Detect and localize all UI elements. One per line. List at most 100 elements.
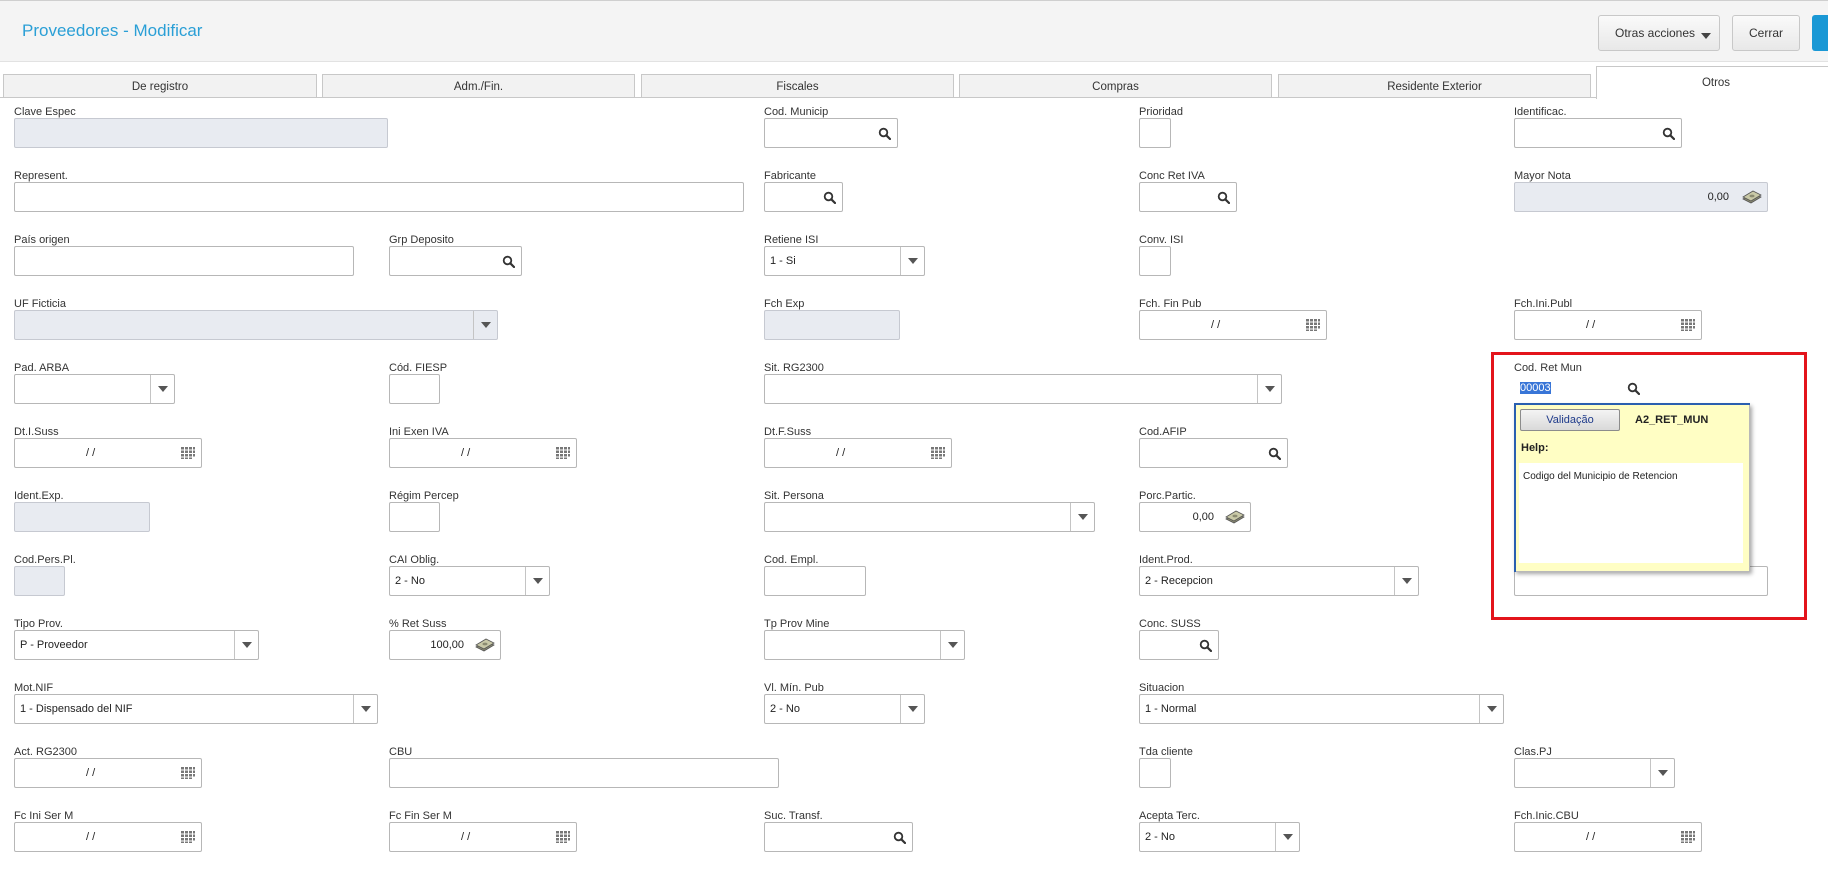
grp-deposito-field[interactable] xyxy=(389,246,522,276)
act-rg2300-field[interactable]: / / xyxy=(14,758,202,788)
mot-nif-value: 1 - Dispensado del NIF xyxy=(20,703,133,715)
tab-residente-exterior[interactable]: Residente Exterior xyxy=(1278,74,1591,98)
search-icon[interactable] xyxy=(886,823,912,851)
tab-de-registro[interactable]: De registro xyxy=(3,74,317,98)
ident-prod-value: 2 - Recepcion xyxy=(1145,575,1213,587)
cbu-label: CBU xyxy=(389,746,413,758)
search-icon[interactable] xyxy=(1192,631,1218,659)
chevron-down-icon xyxy=(473,311,497,339)
chevron-down-icon[interactable] xyxy=(1275,823,1299,851)
calendar-icon[interactable] xyxy=(925,439,951,467)
fch-fin-pub-field[interactable]: / / xyxy=(1139,310,1327,340)
chevron-down-icon[interactable] xyxy=(1257,375,1281,403)
vl-min-pub-select[interactable]: 2 - No xyxy=(764,694,925,724)
tab-bar: De registro Adm./Fin. Fiscales Compras R… xyxy=(0,62,1828,99)
represent-field[interactable] xyxy=(14,182,744,212)
tipo-prov-select[interactable]: P - Proveedor xyxy=(14,630,259,660)
retiene-isi-select[interactable]: 1 - Si xyxy=(764,246,925,276)
fc-ini-ser-m-field[interactable]: / / xyxy=(14,822,202,852)
conc-ret-iva-field[interactable] xyxy=(1139,182,1237,212)
chevron-down-icon[interactable] xyxy=(1650,759,1674,787)
tab-fiscales[interactable]: Fiscales xyxy=(641,74,954,98)
identificac-field[interactable] xyxy=(1514,118,1682,148)
fc-fin-ser-m-field[interactable]: / / xyxy=(389,822,577,852)
cod-fiesp-field[interactable] xyxy=(389,374,440,404)
tipo-prov-label: Tipo Prov. xyxy=(14,618,63,630)
calendar-icon[interactable] xyxy=(550,823,576,851)
ret-suss-label: % Ret Suss xyxy=(389,618,447,630)
clas-pj-select[interactable] xyxy=(1514,758,1675,788)
search-icon[interactable] xyxy=(495,247,521,275)
vl-min-pub-label: Vl. Mín. Pub xyxy=(764,682,824,694)
search-icon[interactable] xyxy=(1655,119,1681,147)
tda-cliente-field[interactable] xyxy=(1139,758,1171,788)
retiene-isi-label: Retiene ISI xyxy=(764,234,819,246)
identificac-label: Identificac. xyxy=(1514,106,1567,118)
sit-persona-select[interactable] xyxy=(764,502,1095,532)
confirm-button[interactable] xyxy=(1812,15,1828,51)
fch-ini-publ-field[interactable]: / / xyxy=(1514,310,1702,340)
calendar-icon[interactable] xyxy=(1675,311,1701,339)
chevron-down-icon[interactable] xyxy=(150,375,174,403)
fabricante-field[interactable] xyxy=(764,182,843,212)
acepta-terc-select[interactable]: 2 - No xyxy=(1139,822,1300,852)
sit-persona-label: Sit. Persona xyxy=(764,490,824,502)
close-button[interactable]: Cerrar xyxy=(1732,15,1800,51)
calendar-icon[interactable] xyxy=(175,823,201,851)
chevron-down-icon[interactable] xyxy=(900,247,924,275)
cod-municip-field[interactable] xyxy=(764,118,898,148)
cod-pers-pl-field xyxy=(14,566,65,596)
calendar-icon[interactable] xyxy=(1300,311,1326,339)
suc-transf-field[interactable] xyxy=(764,822,913,852)
conc-suss-field[interactable] xyxy=(1139,630,1219,660)
chevron-down-icon[interactable] xyxy=(1479,695,1503,723)
chevron-down-icon[interactable] xyxy=(940,631,964,659)
prioridad-field[interactable] xyxy=(1139,118,1171,148)
tab-otros[interactable]: Otros xyxy=(1596,66,1828,99)
situacion-select[interactable]: 1 - Normal xyxy=(1139,694,1504,724)
tab-adm-fin[interactable]: Adm./Fin. xyxy=(322,74,635,98)
cai-oblig-select[interactable]: 2 - No xyxy=(389,566,550,596)
cod-empl-field[interactable] xyxy=(764,566,866,596)
help-text: Codigo del Municipio de Retencion xyxy=(1523,471,1678,482)
calendar-icon[interactable] xyxy=(175,439,201,467)
chevron-down-icon[interactable] xyxy=(900,695,924,723)
calendar-icon[interactable] xyxy=(550,439,576,467)
chevron-down-icon[interactable] xyxy=(525,567,549,595)
fch-inic-cbu-field[interactable]: / / xyxy=(1514,822,1702,852)
search-icon[interactable] xyxy=(816,183,842,211)
dt-f-suss-field[interactable]: / / xyxy=(764,438,952,468)
acepta-terc-label: Acepta Terc. xyxy=(1139,810,1200,822)
other-actions-button[interactable]: Otras acciones xyxy=(1598,15,1720,51)
chevron-down-icon[interactable] xyxy=(234,631,258,659)
pad-arba-select[interactable] xyxy=(14,374,175,404)
money-icon xyxy=(1220,503,1250,531)
tp-prov-mine-select[interactable] xyxy=(764,630,965,660)
chevron-down-icon[interactable] xyxy=(1394,567,1418,595)
calendar-icon[interactable] xyxy=(1675,823,1701,851)
ident-prod-select[interactable]: 2 - Recepcion xyxy=(1139,566,1419,596)
ini-exen-iva-field[interactable]: / / xyxy=(389,438,577,468)
cbu-field[interactable] xyxy=(389,758,779,788)
ret-suss-field[interactable]: 100,00 xyxy=(389,630,501,660)
search-icon[interactable] xyxy=(871,119,897,147)
pais-origen-field[interactable] xyxy=(14,246,354,276)
chevron-down-icon[interactable] xyxy=(353,695,377,723)
cod-afip-field[interactable] xyxy=(1139,438,1288,468)
ident-exp-label: Ident.Exp. xyxy=(14,490,64,502)
tab-compras[interactable]: Compras xyxy=(959,74,1272,98)
search-icon[interactable] xyxy=(1210,183,1236,211)
conc-ret-iva-label: Conc Ret IVA xyxy=(1139,170,1205,182)
tp-prov-mine-label: Tp Prov Mine xyxy=(764,618,830,630)
chevron-down-icon[interactable] xyxy=(1070,503,1094,531)
regim-percep-field[interactable] xyxy=(389,502,440,532)
help-popup: Validação A2_RET_MUN Help: Codigo del Mu… xyxy=(1514,404,1750,572)
validation-button[interactable]: Validação xyxy=(1520,409,1620,431)
calendar-icon[interactable] xyxy=(175,759,201,787)
mot-nif-select[interactable]: 1 - Dispensado del NIF xyxy=(14,694,378,724)
search-icon[interactable] xyxy=(1261,439,1287,467)
sit-rg2300-select[interactable] xyxy=(764,374,1282,404)
conv-isi-field[interactable] xyxy=(1139,246,1171,276)
dt-i-suss-field[interactable]: / / xyxy=(14,438,202,468)
porc-partic-field[interactable]: 0,00 xyxy=(1139,502,1251,532)
